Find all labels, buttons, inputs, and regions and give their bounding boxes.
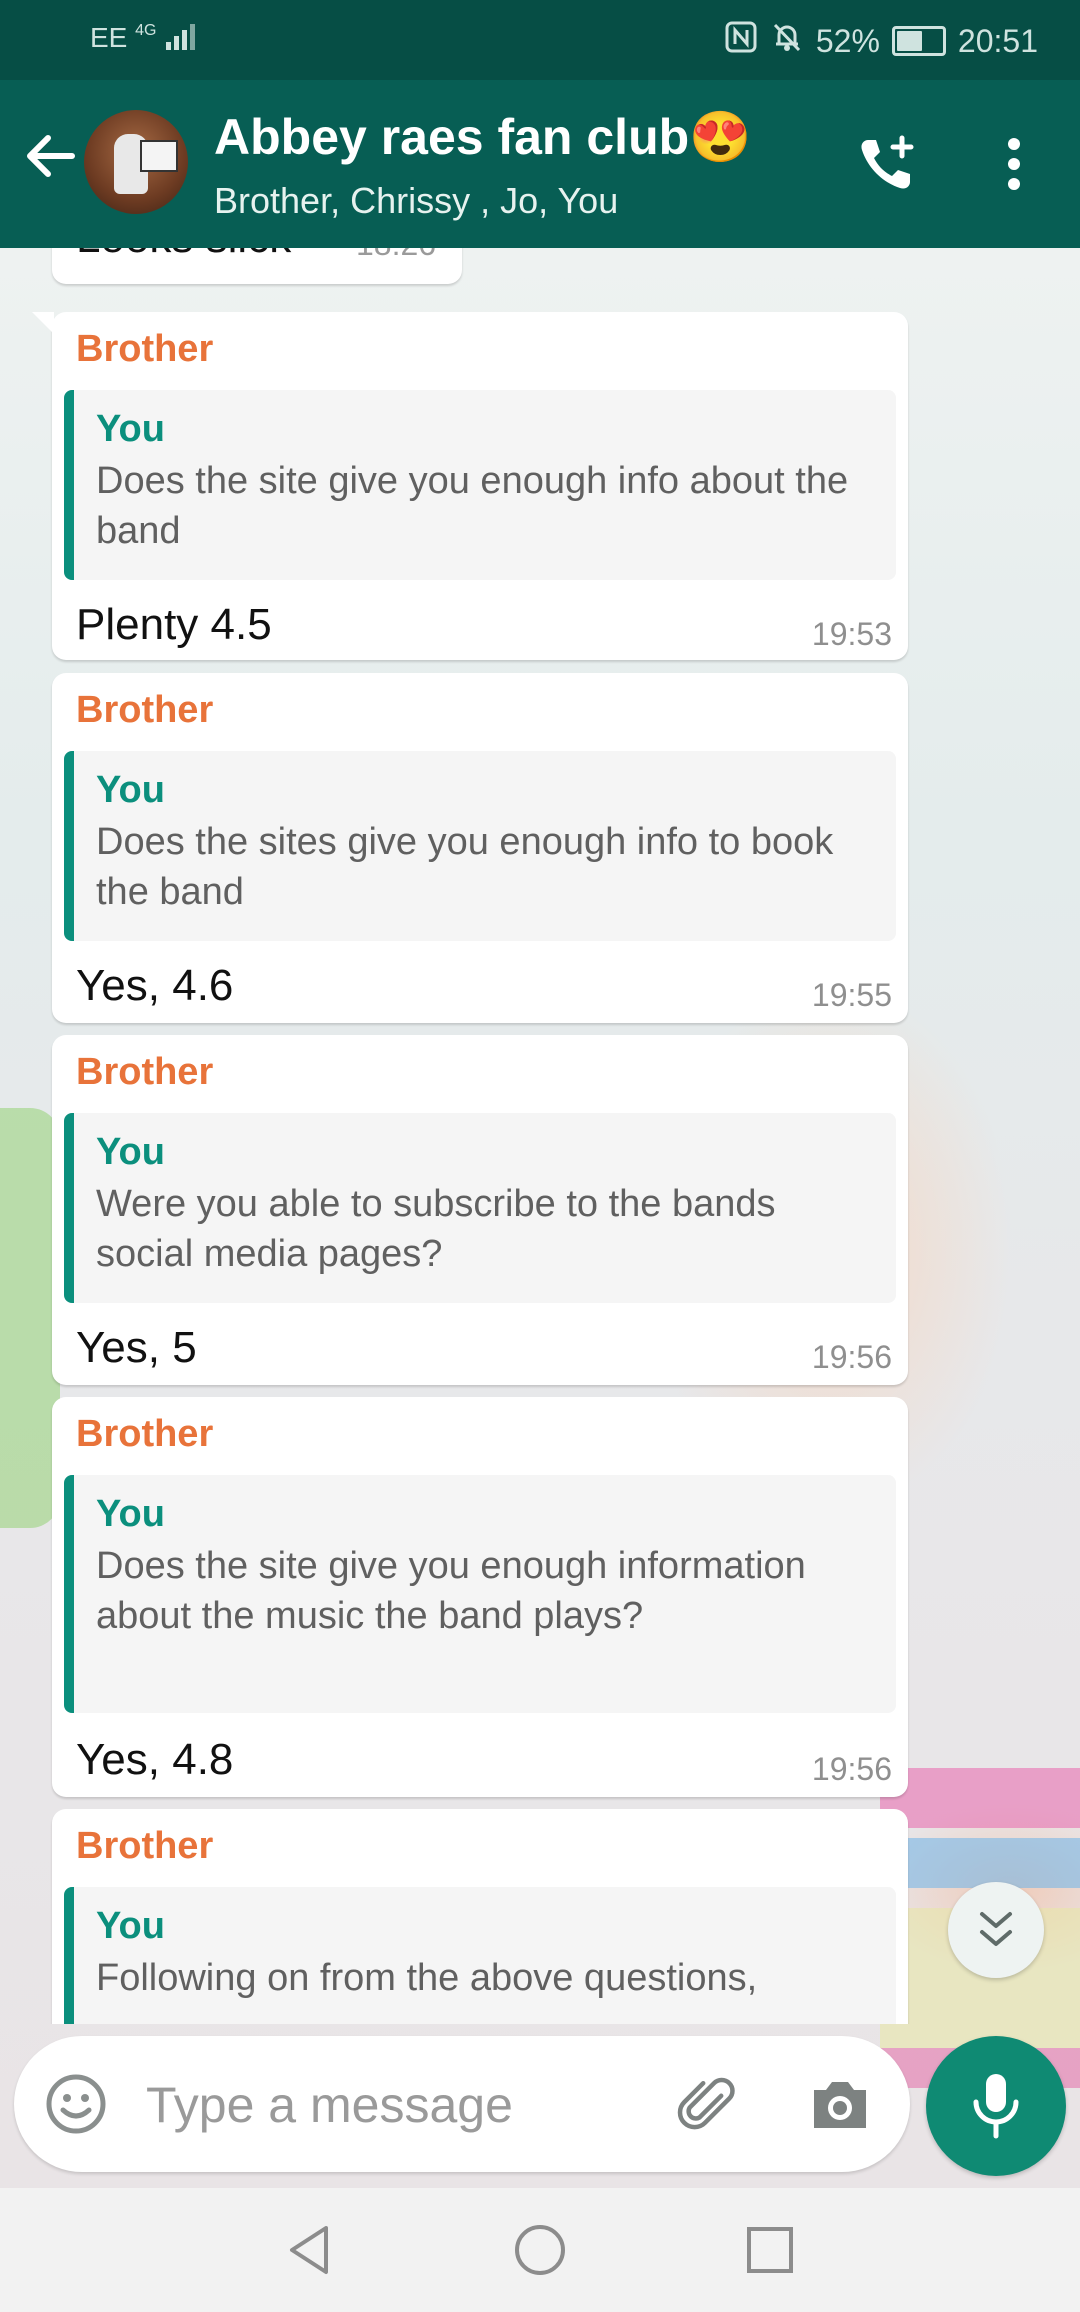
nav-back-icon[interactable] — [282, 2222, 338, 2278]
attach-icon[interactable] — [674, 2070, 742, 2138]
nav-recents-icon[interactable] — [744, 2224, 796, 2276]
status-bar: EE 4G 52% 20:51 — [0, 0, 1080, 80]
message-text: Looks slick — [76, 248, 291, 260]
quote-text: Does the site give you enough informatio… — [96, 1545, 806, 1637]
back-arrow-icon[interactable] — [18, 124, 82, 188]
quote-author: You — [96, 1131, 165, 1173]
message-text: Yes, 5 — [76, 1323, 197, 1372]
message-text: Yes, 4.6 — [76, 961, 234, 1010]
message-bubble[interactable]: Brother You Does the site give you enoug… — [32, 312, 908, 660]
message-composer — [14, 2036, 910, 2172]
sender-name: Brother — [76, 1825, 214, 1867]
group-avatar[interactable] — [84, 110, 188, 214]
quoted-message[interactable]: You Were you able to subscribe to the ba… — [64, 1113, 896, 1303]
sender-name: Brother — [76, 1051, 214, 1093]
message-text: Plenty 4.5 — [76, 600, 272, 649]
quote-author: You — [96, 769, 165, 811]
quote-author: You — [96, 1905, 165, 1947]
mic-icon — [968, 2072, 1024, 2140]
quote-text: Does the site give you enough info about… — [96, 460, 849, 552]
chat-participants[interactable]: Brother, Chrissy , Jo, You — [214, 180, 618, 222]
chat-header: Abbey raes fan club😍 Brother, Chrissy , … — [0, 80, 1080, 248]
message-time: 19:56 — [811, 1339, 892, 1375]
sender-name: Brother — [76, 689, 214, 731]
quote-author: You — [96, 408, 165, 450]
chat-title[interactable]: Abbey raes fan club😍 — [214, 108, 751, 167]
message-time: 18:26 — [356, 248, 436, 263]
camera-icon[interactable] — [808, 2074, 872, 2134]
message-time: 19:55 — [811, 977, 892, 1013]
message-bubble[interactable]: Brother You Were you able to subscribe t… — [52, 1035, 908, 1385]
nfc-icon — [724, 20, 758, 62]
add-call-icon[interactable] — [856, 132, 920, 196]
message-bubble[interactable]: Brother You Does the site give you enoug… — [52, 1397, 908, 1797]
battery-icon — [891, 26, 946, 56]
scroll-down-button[interactable] — [948, 1882, 1044, 1978]
quote-text: Were you able to subscribe to the bands … — [96, 1183, 776, 1275]
battery-percent: 52% — [815, 22, 880, 59]
carrier-label: EE 4G — [90, 22, 200, 57]
system-navigation-bar — [0, 2188, 1080, 2312]
sender-name: Brother — [76, 1413, 214, 1455]
sender-name: Brother — [76, 328, 214, 370]
emoji-icon[interactable] — [44, 2072, 108, 2136]
message-bubble[interactable]: Brother You Does the sites give you enou… — [52, 673, 908, 1023]
message-list[interactable]: Looks slick 18:26 Brother You Does the s… — [0, 248, 1080, 2024]
message-input[interactable] — [144, 2066, 648, 2144]
message-bubble[interactable]: Brother You Following on from the above … — [52, 1809, 908, 2024]
quoted-message[interactable]: You Following on from the above question… — [64, 1887, 896, 2024]
quoted-message[interactable]: You Does the site give you enough info a… — [64, 390, 896, 580]
more-vert-icon[interactable] — [996, 132, 1032, 196]
message-text: Yes, 4.8 — [76, 1735, 234, 1784]
scroll-down-icon — [974, 1906, 1018, 1959]
network-type: 4G — [135, 22, 157, 39]
mute-notifications-icon — [770, 20, 804, 62]
nav-home-icon[interactable] — [512, 2222, 568, 2278]
message-bubble[interactable]: Looks slick 18:26 — [52, 248, 462, 284]
signal-icon — [164, 22, 200, 57]
voice-record-button[interactable] — [926, 2036, 1066, 2176]
quote-text: Does the sites give you enough info to b… — [96, 821, 834, 913]
message-time: 19:56 — [811, 1751, 892, 1787]
message-time: 19:53 — [811, 616, 892, 652]
quote-author: You — [96, 1493, 165, 1535]
quote-text: Following on from the above questions, — [96, 1957, 758, 1999]
quoted-message[interactable]: You Does the sites give you enough info … — [64, 751, 896, 941]
clock: 20:51 — [957, 22, 1038, 59]
quoted-message[interactable]: You Does the site give you enough inform… — [64, 1475, 896, 1713]
